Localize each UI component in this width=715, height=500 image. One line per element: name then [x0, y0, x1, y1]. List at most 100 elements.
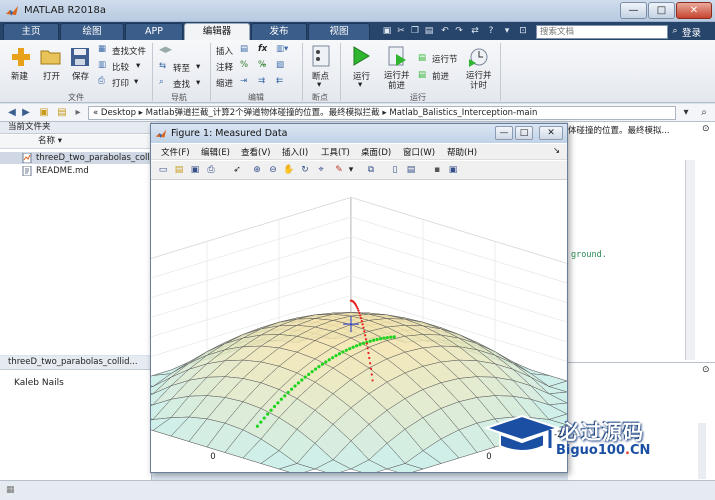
- menu-help[interactable]: 帮助(H): [447, 146, 477, 158]
- menu-desktop[interactable]: 桌面(D): [361, 146, 391, 158]
- folder-up-icon[interactable]: ▣: [38, 107, 50, 119]
- search-icon[interactable]: ⌕: [670, 26, 680, 36]
- run-and-advance-icon[interactable]: [386, 45, 408, 67]
- compare-label[interactable]: 比较: [112, 61, 129, 73]
- pan-icon[interactable]: ✋: [283, 164, 295, 176]
- save-icon[interactable]: ▣: [382, 26, 392, 36]
- goto-icon[interactable]: ⇆: [159, 61, 166, 71]
- tab-publish[interactable]: 发布: [251, 23, 307, 40]
- hide-plot-tools-icon[interactable]: ▪: [431, 164, 443, 176]
- maximize-button[interactable]: □: [648, 2, 675, 19]
- pin-icon[interactable]: ⊡: [518, 26, 528, 36]
- indent-label[interactable]: 缩进: [216, 77, 233, 89]
- show-plot-tools-icon[interactable]: ▣: [447, 164, 459, 176]
- find-label[interactable]: 查找: [173, 78, 190, 90]
- path-history-dropdown-icon[interactable]: ▾: [680, 107, 692, 119]
- switch-windows-icon[interactable]: ⇄: [470, 26, 480, 36]
- forward-arrow-icon[interactable]: ▶: [20, 107, 32, 119]
- new-figure-icon[interactable]: ▭: [157, 164, 169, 176]
- minimize-button[interactable]: —: [620, 2, 647, 19]
- file-row[interactable]: threeD_two_parabolas_colli...: [0, 152, 151, 164]
- data-cursor-icon[interactable]: ⌖: [315, 164, 327, 176]
- insert-label[interactable]: 插入: [216, 45, 233, 57]
- close-button[interactable]: ✕: [676, 2, 712, 19]
- print-icon[interactable]: ⎙: [98, 76, 105, 86]
- tab-home[interactable]: 主页: [3, 23, 59, 40]
- path-segment-repo[interactable]: Matlab_Balistics_Interception-main: [389, 108, 537, 118]
- menu-file[interactable]: 文件(F): [161, 146, 190, 158]
- zoom-out-icon[interactable]: ⊖: [267, 164, 279, 176]
- tab-view[interactable]: 视图: [308, 23, 370, 40]
- advance-label[interactable]: 前进: [432, 70, 449, 82]
- legend-icon[interactable]: ▤: [405, 164, 417, 176]
- redo-icon[interactable]: ↷: [454, 26, 464, 36]
- editor-scrollbar[interactable]: [685, 160, 695, 360]
- advance-icon[interactable]: ▤: [418, 70, 426, 80]
- dock-arrow-icon[interactable]: ↘: [553, 146, 560, 156]
- new-button-label[interactable]: 新建: [11, 70, 28, 82]
- path-field[interactable]: « Desktop ▸ Matlab弹道拦截_计算2个弹道物体碰撞的位置。最终模…: [88, 106, 676, 120]
- command-scrollbar[interactable]: [698, 423, 706, 479]
- file-row[interactable]: README.md: [0, 165, 151, 177]
- find-files-icon[interactable]: ▦: [98, 44, 106, 54]
- run-and-time-icon[interactable]: [467, 45, 489, 67]
- path-search-icon[interactable]: ⌕: [698, 107, 710, 119]
- increase-indent-icon[interactable]: ⇉: [258, 76, 265, 86]
- path-segment-desktop[interactable]: Desktop: [101, 108, 136, 118]
- open-folder-icon[interactable]: [40, 48, 62, 66]
- path-segment-project[interactable]: Matlab弹道拦截_计算2个弹道物体碰撞的位置。最终模拟拦截: [146, 108, 380, 118]
- rotate-3d-icon[interactable]: ↻: [299, 164, 311, 176]
- save-button-label[interactable]: 保存: [72, 70, 89, 82]
- run-time-label-line2[interactable]: 计时: [470, 79, 487, 91]
- copy-icon[interactable]: ❐: [410, 26, 420, 36]
- path-dropdown-icon[interactable]: ▸: [72, 107, 84, 119]
- editor-menu-icon[interactable]: ⊙: [702, 124, 710, 134]
- goto-label[interactable]: 转至: [173, 62, 190, 74]
- decrease-indent-icon[interactable]: ⇇: [276, 76, 283, 86]
- open-button-label[interactable]: 打开: [43, 70, 60, 82]
- menu-edit[interactable]: 编辑(E): [201, 146, 230, 158]
- brush-icon[interactable]: ✎: [333, 164, 345, 176]
- figure-title-bar[interactable]: Figure 1: Measured Data — □ ✕: [151, 124, 567, 143]
- command-menu-icon[interactable]: ⊙: [702, 365, 710, 375]
- print-figure-icon[interactable]: ⎙: [205, 164, 217, 176]
- run-section-label[interactable]: 运行节: [432, 53, 458, 65]
- login-link[interactable]: 登录: [682, 25, 701, 39]
- undo-icon[interactable]: ↶: [440, 26, 450, 36]
- menu-tools[interactable]: 工具(T): [321, 146, 350, 158]
- link-plot-icon[interactable]: ⧉: [365, 164, 377, 176]
- run-icon[interactable]: [350, 45, 372, 67]
- print-label[interactable]: 打印: [112, 77, 129, 89]
- open-file-icon[interactable]: ▤: [173, 164, 185, 176]
- zoom-in-icon[interactable]: ⊕: [251, 164, 263, 176]
- run-section-icon[interactable]: ▤: [418, 53, 426, 63]
- new-file-icon[interactable]: [10, 46, 32, 68]
- search-input[interactable]: [536, 25, 668, 39]
- menu-view[interactable]: 查看(V): [241, 146, 270, 158]
- comment-icon[interactable]: %: [240, 60, 248, 70]
- figure-close-button[interactable]: ✕: [539, 126, 563, 140]
- run-dropdown-icon[interactable]: ▾: [358, 80, 362, 90]
- run-advance-label-line2[interactable]: 前进: [388, 79, 405, 91]
- save-disk-icon[interactable]: [70, 47, 90, 67]
- cut-icon[interactable]: ✂: [396, 26, 406, 36]
- compare-dropdown-icon[interactable]: ▾: [136, 61, 140, 71]
- goto-dropdown-icon[interactable]: ▾: [196, 62, 200, 72]
- paste-icon[interactable]: ▤: [424, 26, 434, 36]
- find-icon[interactable]: ⌕: [159, 77, 164, 87]
- expand-icon[interactable]: ▾: [502, 26, 512, 36]
- save-figure-icon[interactable]: ▣: [189, 164, 201, 176]
- compare-icon[interactable]: ▥: [98, 60, 106, 70]
- uncomment-icon[interactable]: %̶: [258, 60, 266, 70]
- find-dropdown-icon[interactable]: ▾: [196, 78, 200, 88]
- colorbar-icon[interactable]: ▯: [389, 164, 401, 176]
- smart-indent-icon[interactable]: ⇥: [240, 76, 247, 86]
- insert-icon[interactable]: ▤: [240, 44, 248, 54]
- browse-folder-icon[interactable]: ▤: [56, 107, 68, 119]
- comment-label[interactable]: 注释: [216, 61, 233, 73]
- figure-maximize-button[interactable]: □: [515, 126, 533, 140]
- breakpoints-dropdown-icon[interactable]: ▾: [317, 80, 321, 90]
- menu-insert[interactable]: 插入(I): [282, 146, 308, 158]
- wrap-comments-icon[interactable]: ▧: [276, 60, 284, 70]
- back-arrow-icon[interactable]: ◀: [6, 107, 18, 119]
